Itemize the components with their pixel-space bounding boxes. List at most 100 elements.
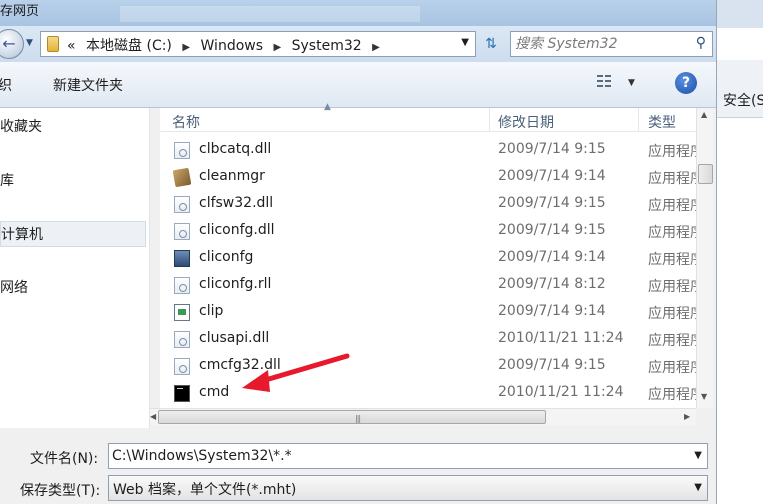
file-name: cmcfg32.dll [199,357,281,373]
file-date: 2009/7/14 9:14 [498,303,606,319]
view-options-icon[interactable] [597,73,617,91]
address-dropdown-icon[interactable]: ▼ [461,37,469,48]
scroll-down-icon[interactable]: ▼ [701,392,707,401]
recent-pages-dropdown-icon[interactable]: ▼ [26,38,33,48]
help-button[interactable]: ? [675,72,697,94]
breadcrumb-system32[interactable]: System32 [292,38,362,54]
file-row[interactable]: clbcatq.dll 2009/7/14 9:15 应用程序扩展 [160,137,696,164]
file-date: 2009/7/14 9:14 [498,249,606,265]
file-type: 应用程序扩展 [648,279,696,295]
nav-item-favorites[interactable]: 收藏夹 [0,114,42,140]
vertical-scroll-thumb[interactable] [698,164,713,184]
save-type-value: Web 档案，单个文件(*.mht) [113,482,297,498]
file-name: clbcatq.dll [199,141,272,157]
file-type: 应用程序扩展 [648,198,696,214]
organize-button[interactable]: 织 [0,75,12,95]
save-type-select[interactable]: Web 档案，单个文件(*.mht) ▼ [108,475,708,501]
file-date: 2010/11/21 11:24 [498,384,624,400]
file-row[interactable]: clip 2009/7/14 9:14 应用程序 [160,299,696,326]
background-window: 安全(S [716,0,763,504]
file-date: 2009/7/14 9:14 [498,168,606,184]
file-date: 2009/7/14 9:15 [498,357,606,373]
file-type: 应用程序 [648,387,696,403]
cleanmgr-icon [172,167,192,188]
address-row: ← ▼ « 本地磁盘 (C:) ▶ Windows ▶ System32 ▶ ▼… [0,26,716,62]
nav-item-network[interactable]: 网络 [0,275,28,301]
column-header-name[interactable]: 名称 [172,112,200,132]
address-bar[interactable]: « 本地磁盘 (C:) ▶ Windows ▶ System32 ▶ ▼ [40,31,476,57]
save-options: 文件名(N): ▼ 保存类型(T): Web 档案，单个文件(*.mht) ▼ [0,428,716,504]
file-name: clusapi.dll [199,330,270,346]
breadcrumb-windows[interactable]: Windows [201,38,264,54]
file-list: ▲ 名称 修改日期 类型 clbcatq.dll 2009/7/14 9:15 … [160,102,696,408]
title-bar: 存网页 [0,0,720,26]
file-type: 应用程序 [648,171,696,187]
file-type: 应用程序扩展 [648,333,696,349]
file-date: 2010/11/21 11:24 [498,330,624,346]
file-date: 2009/7/14 9:15 [498,141,606,157]
scroll-up-icon[interactable]: ▲ [701,110,707,119]
file-date: 2009/7/14 8:12 [498,276,606,292]
file-row[interactable]: cleanmgr 2009/7/14 9:14 应用程序 [160,164,696,191]
dll-file-icon [174,142,190,159]
horizontal-scroll-thumb[interactable]: ||| [158,410,546,424]
file-row[interactable]: cmcfg32.dll 2009/7/14 9:15 应用程序扩展 [160,353,696,380]
file-name: cleanmgr [199,168,265,184]
search-input[interactable] [515,34,683,54]
new-folder-button[interactable]: 新建文件夹 [53,75,123,95]
file-row[interactable]: cliconfg.rll 2009/7/14 8:12 应用程序扩展 [160,272,696,299]
chevron-right-icon[interactable]: ▶ [273,42,281,53]
file-name: cliconfg.dll [199,222,275,238]
file-row[interactable]: cmd 2010/11/21 11:24 应用程序 [160,380,696,407]
dll-file-icon [174,358,190,375]
file-name-label: 文件名(N): [30,451,99,467]
file-name: cliconfg [199,249,254,265]
file-date: 2009/7/14 9:15 [498,222,606,238]
file-row[interactable]: cliconfg.dll 2009/7/14 9:15 应用程序扩展 [160,218,696,245]
file-date: 2009/7/14 9:15 [498,195,606,211]
dll-file-icon [174,223,190,240]
search-box[interactable]: ⚲ [510,31,713,57]
breadcrumb: « 本地磁盘 (C:) ▶ Windows ▶ System32 ▶ [67,35,386,55]
back-button[interactable]: ← [0,29,24,59]
help-icon: ? [681,75,691,91]
column-header-row: ▲ 名称 修改日期 类型 [160,102,696,132]
column-header-type[interactable]: 类型 [648,112,676,132]
file-name: clfsw32.dll [199,195,274,211]
file-name-input[interactable] [112,446,682,466]
scroll-left-icon[interactable]: ◀ [150,412,156,421]
horizontal-scrollbar[interactable]: ◀ ||| ▶ [150,408,696,425]
folder-icon [47,36,59,52]
back-arrow-icon: ← [2,34,16,53]
cliconfg-icon [174,250,190,267]
file-name: cmd [199,384,230,400]
save-type-dropdown-icon[interactable]: ▼ [694,482,702,493]
dll-file-icon [174,277,190,294]
chevron-right-icon[interactable]: ▶ [372,42,380,53]
file-name-field[interactable]: ▼ [108,443,708,469]
sort-ascending-icon: ▲ [324,102,331,112]
background-security-tab[interactable]: 安全(S [723,90,763,110]
file-row[interactable]: clusapi.dll 2010/11/21 11:24 应用程序扩展 [160,326,696,353]
column-header-date[interactable]: 修改日期 [498,112,554,132]
file-type: 应用程序 [648,306,696,322]
breadcrumb-local-disk[interactable]: 本地磁盘 (C:) [86,38,172,54]
window-title: 存网页 [0,4,40,19]
chevron-right-icon[interactable]: ▶ [182,42,190,53]
refresh-button[interactable]: ⇅ [480,33,502,55]
refresh-icon: ⇅ [485,36,497,52]
nav-item-libraries[interactable]: 库 [0,168,14,194]
dll-file-icon [174,196,190,213]
file-name-dropdown-icon[interactable]: ▼ [694,450,702,461]
scroll-right-icon[interactable]: ▶ [684,412,690,421]
file-row[interactable]: cliconfg 2009/7/14 9:14 应用程序 [160,245,696,272]
file-name: clip [199,303,224,319]
file-row[interactable]: clfsw32.dll 2009/7/14 9:15 应用程序扩展 [160,191,696,218]
view-dropdown-icon[interactable]: ▼ [628,78,635,88]
nav-item-computer[interactable]: 计算机 [0,221,146,247]
vertical-scrollbar[interactable]: ▲ ▼ [696,108,713,408]
breadcrumb-overflow[interactable]: « [67,38,76,54]
file-type: 应用程序 [648,252,696,268]
search-icon[interactable]: ⚲ [696,35,706,51]
cmd-icon [174,385,190,402]
